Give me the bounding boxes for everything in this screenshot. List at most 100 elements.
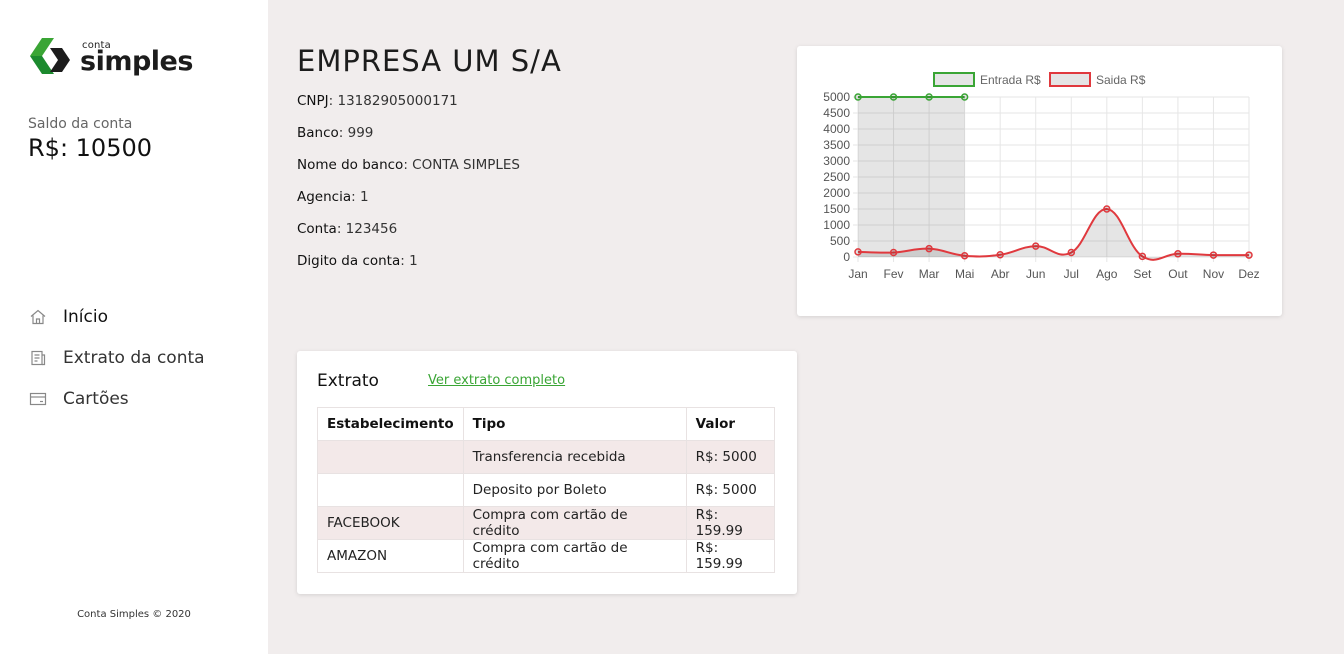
table-row[interactable]: Transferencia recebida R$: 5000	[317, 440, 776, 474]
info-label: CNPJ	[297, 93, 329, 109]
cell-estabelecimento: FACEBOOK	[317, 506, 464, 540]
extrato-card: Extrato Ver extrato completo Estabelecim…	[297, 351, 797, 594]
info-label: Banco	[297, 125, 339, 141]
info-label: Agencia	[297, 189, 352, 205]
cell-estabelecimento: AMAZON	[317, 539, 464, 573]
company-name: EMPRESA UM S/A	[297, 44, 562, 78]
sidebar: conta simples Saldo da conta R$: 10500 I…	[0, 0, 268, 654]
data-point	[925, 244, 933, 253]
y-tick-label: 2500	[823, 170, 850, 184]
logo-text: conta simples	[80, 36, 200, 77]
x-tick-label: Jun	[1026, 267, 1045, 281]
column-header-valor: Valor	[685, 407, 776, 441]
balance-label: Saldo da conta	[28, 116, 133, 132]
data-point	[854, 93, 862, 101]
y-tick-label: 0	[843, 250, 850, 264]
cell-tipo: Transferencia recebida	[462, 440, 687, 474]
info-value: 999	[347, 125, 374, 141]
data-point	[996, 251, 1004, 259]
legend-label-entrada: Entrada R$	[980, 73, 1041, 87]
table-header-row: Estabelecimento Tipo Valor	[317, 407, 776, 441]
x-tick-label: Nov	[1203, 267, 1224, 281]
info-conta: Conta: 123456	[297, 221, 398, 237]
logo-mark-icon	[30, 38, 70, 74]
y-tick-label: 5000	[823, 90, 850, 104]
sidebar-item-extrato[interactable]: Extrato da conta	[28, 337, 205, 378]
footer-copyright: Conta Simples © 2020	[77, 609, 191, 620]
extrato-title: Extrato	[317, 371, 379, 391]
ver-extrato-completo-link[interactable]: Ver extrato completo	[428, 373, 565, 388]
column-header-tipo: Tipo	[462, 407, 687, 441]
y-tick-label: 4000	[823, 122, 850, 136]
y-tick-label: 1500	[823, 202, 850, 216]
info-digito: Digito da conta: 1	[297, 253, 418, 269]
series-area	[858, 97, 965, 257]
x-tick-label: Ago	[1096, 267, 1118, 281]
x-tick-label: Dez	[1238, 267, 1259, 281]
x-tick-label: Fev	[884, 267, 904, 281]
company-info: EMPRESA UM S/A CNPJ: 13182905000171 Banc…	[297, 44, 562, 284]
cell-valor: R$: 5000	[685, 440, 776, 474]
y-tick-label: 4500	[823, 106, 850, 120]
data-point	[960, 251, 969, 260]
monthly-chart[interactable]: 0 500 1000 1500 2000 2500 3000 3500 4000 4500 5000…	[797, 46, 1282, 316]
legend-swatch-saida	[1049, 72, 1091, 87]
x-tick-label: Jul	[1064, 267, 1079, 281]
cell-valor: R$: 5000	[685, 473, 776, 507]
x-tick-label: Mai	[955, 267, 974, 281]
data-point	[854, 248, 862, 256]
info-label: Digito da conta	[297, 253, 401, 269]
legend-label-saida: Saida R$	[1096, 73, 1146, 87]
info-label: Conta	[297, 221, 337, 237]
info-value: 13182905000171	[337, 93, 458, 109]
sidebar-item-label: Extrato da conta	[63, 347, 205, 368]
cell-tipo: Deposito por Boleto	[462, 473, 687, 507]
y-tick-label: 500	[830, 234, 850, 248]
info-nome-banco: Nome do banco: CONTA SIMPLES	[297, 157, 520, 173]
legend-swatch-entrada	[933, 72, 975, 87]
info-cnpj: CNPJ: 13182905000171	[297, 93, 458, 109]
y-tick-label: 3500	[823, 138, 850, 152]
cell-tipo: Compra com cartão de crédito	[462, 539, 687, 573]
x-tick-label: Set	[1133, 267, 1152, 281]
cell-tipo: Compra com cartão de crédito	[462, 506, 687, 540]
cell-valor: R$: 159.99	[685, 506, 776, 540]
info-agencia: Agencia: 1	[297, 189, 369, 205]
data-point	[925, 93, 933, 101]
extrato-table: Estabelecimento Tipo Valor Transferencia…	[317, 407, 776, 573]
info-value: 123456	[345, 221, 398, 237]
chart-card: 0 500 1000 1500 2000 2500 3000 3500 4000 4500 5000…	[797, 46, 1282, 316]
cell-valor: R$: 159.99	[685, 539, 776, 573]
data-point	[960, 93, 969, 101]
sidebar-item-cartoes[interactable]: Cartões	[28, 378, 205, 419]
logo-big-text: simples	[80, 46, 193, 77]
y-tick-label: 1000	[823, 218, 850, 232]
y-tick-label: 3000	[823, 154, 850, 168]
data-point	[1067, 248, 1076, 257]
card-icon	[28, 389, 48, 409]
table-row[interactable]: FACEBOOK Compra com cartão de crédito R$…	[317, 506, 776, 540]
sidebar-item-inicio[interactable]: Início	[28, 296, 205, 337]
x-tick-label: Out	[1168, 267, 1188, 281]
x-tick-label: Jan	[848, 267, 867, 281]
logo[interactable]: conta simples	[28, 36, 200, 77]
table-row[interactable]: Deposito por Boleto R$: 5000	[317, 473, 776, 507]
sidebar-nav: Início Extrato da conta Cartões	[28, 296, 205, 419]
data-point	[889, 93, 898, 101]
info-value: 1	[409, 253, 418, 269]
data-point	[1209, 251, 1218, 259]
data-point	[1103, 205, 1111, 213]
data-point	[1174, 250, 1182, 258]
info-label: Nome do banco	[297, 157, 404, 173]
table-row[interactable]: AMAZON Compra com cartão de crédito R$: …	[317, 539, 776, 573]
receipt-icon	[28, 348, 48, 368]
info-banco: Banco: 999	[297, 125, 374, 141]
info-value: 1	[359, 189, 369, 205]
sidebar-item-label: Início	[63, 306, 108, 327]
y-tick-label: 2000	[823, 186, 850, 200]
data-point	[1031, 242, 1040, 250]
info-value: CONTA SIMPLES	[412, 157, 520, 173]
cell-estabelecimento	[317, 440, 464, 474]
sidebar-item-label: Cartões	[63, 388, 129, 409]
data-point	[889, 248, 898, 257]
